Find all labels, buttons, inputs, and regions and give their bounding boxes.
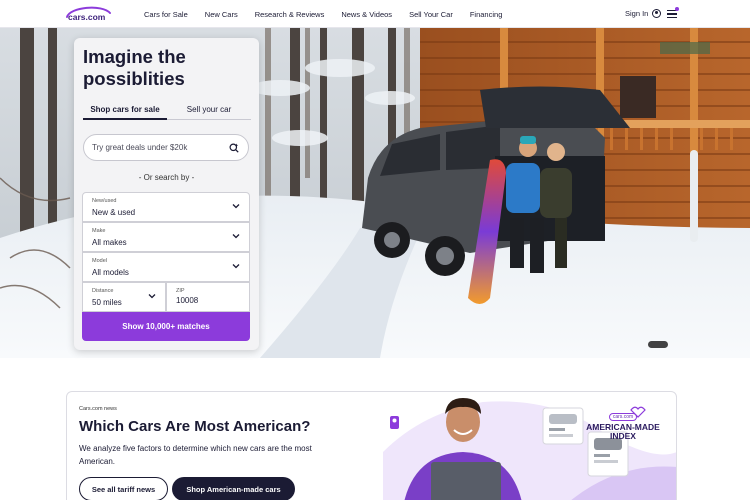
chevron-down-icon xyxy=(232,204,240,209)
svg-text:cars.com: cars.com xyxy=(68,12,106,22)
hamburger-icon[interactable] xyxy=(667,7,679,19)
chevron-down-icon xyxy=(232,234,240,239)
show-matches-button[interactable]: Show 10,000+ matches xyxy=(82,312,250,341)
distance-select[interactable]: Distance 50 miles xyxy=(82,282,166,312)
account-icon xyxy=(652,9,662,18)
chevron-down-icon xyxy=(232,264,240,269)
sign-in-link[interactable]: Sign In xyxy=(625,9,662,18)
promo-title[interactable]: Which Cars Are Most American? xyxy=(79,418,310,435)
location-pin-icon xyxy=(390,416,399,429)
promo-body: We analyze five factors to determine whi… xyxy=(79,444,312,466)
new-used-label: New/used xyxy=(92,198,117,204)
nav-financing[interactable]: Financing xyxy=(470,10,503,19)
nav-sell-your-car[interactable]: Sell Your Car xyxy=(409,10,453,19)
tab-shop-cars[interactable]: Shop cars for sale xyxy=(83,104,167,120)
carousel-indicator[interactable] xyxy=(648,341,668,348)
new-used-select[interactable]: New/used New & used xyxy=(82,192,250,222)
badge-brand: cars.com xyxy=(608,413,638,421)
nav-news-videos[interactable]: News & Videos xyxy=(341,10,392,19)
promo-eyebrow: Cars.com news xyxy=(79,406,117,412)
model-value: All models xyxy=(92,268,129,277)
model-label: Model xyxy=(92,258,107,264)
notification-dot xyxy=(675,7,679,11)
nav-new-cars[interactable]: New Cars xyxy=(205,10,238,19)
distance-label: Distance xyxy=(92,288,114,294)
make-label: Make xyxy=(92,228,106,234)
american-made-index-badge: cars.com AMERICAN-MADE INDEX xyxy=(581,405,665,441)
site-header: cars.com Cars for Sale New Cars Research… xyxy=(0,0,750,28)
cars-com-logo[interactable]: cars.com xyxy=(64,4,112,24)
search-input[interactable] xyxy=(92,143,222,152)
model-select[interactable]: Model All models xyxy=(82,252,250,282)
zip-label: ZIP xyxy=(176,288,185,294)
or-search-by-label: - Or search by - xyxy=(138,173,195,182)
nav-research-reviews[interactable]: Research & Reviews xyxy=(255,10,325,19)
new-used-value: New & used xyxy=(92,208,136,217)
make-value: All makes xyxy=(92,238,127,247)
see-tariff-news-button[interactable]: See all tariff news xyxy=(79,477,168,500)
zip-input[interactable] xyxy=(176,296,240,305)
keyword-search xyxy=(83,134,249,161)
tab-sell-car[interactable]: Sell your car xyxy=(167,104,251,120)
hero-headline: Imagine the possiblities xyxy=(83,46,186,89)
news-promo-card: Cars.com news Which Cars Are Most Americ… xyxy=(66,391,677,500)
shop-american-made-button[interactable]: Shop American-made cars xyxy=(172,477,295,500)
badge-line-2: INDEX xyxy=(610,431,636,441)
make-select[interactable]: Make All makes xyxy=(82,222,250,252)
main-nav: Cars for Sale New Cars Research & Review… xyxy=(144,0,519,28)
chevron-down-icon xyxy=(148,294,156,299)
nav-cars-for-sale[interactable]: Cars for Sale xyxy=(144,10,188,19)
ai-search-icon[interactable] xyxy=(229,143,239,153)
distance-value: 50 miles xyxy=(92,298,122,307)
sign-in-label: Sign In xyxy=(625,9,649,18)
search-tabs: Shop cars for sale Sell your car xyxy=(83,104,251,120)
zip-field: ZIP xyxy=(166,282,250,312)
